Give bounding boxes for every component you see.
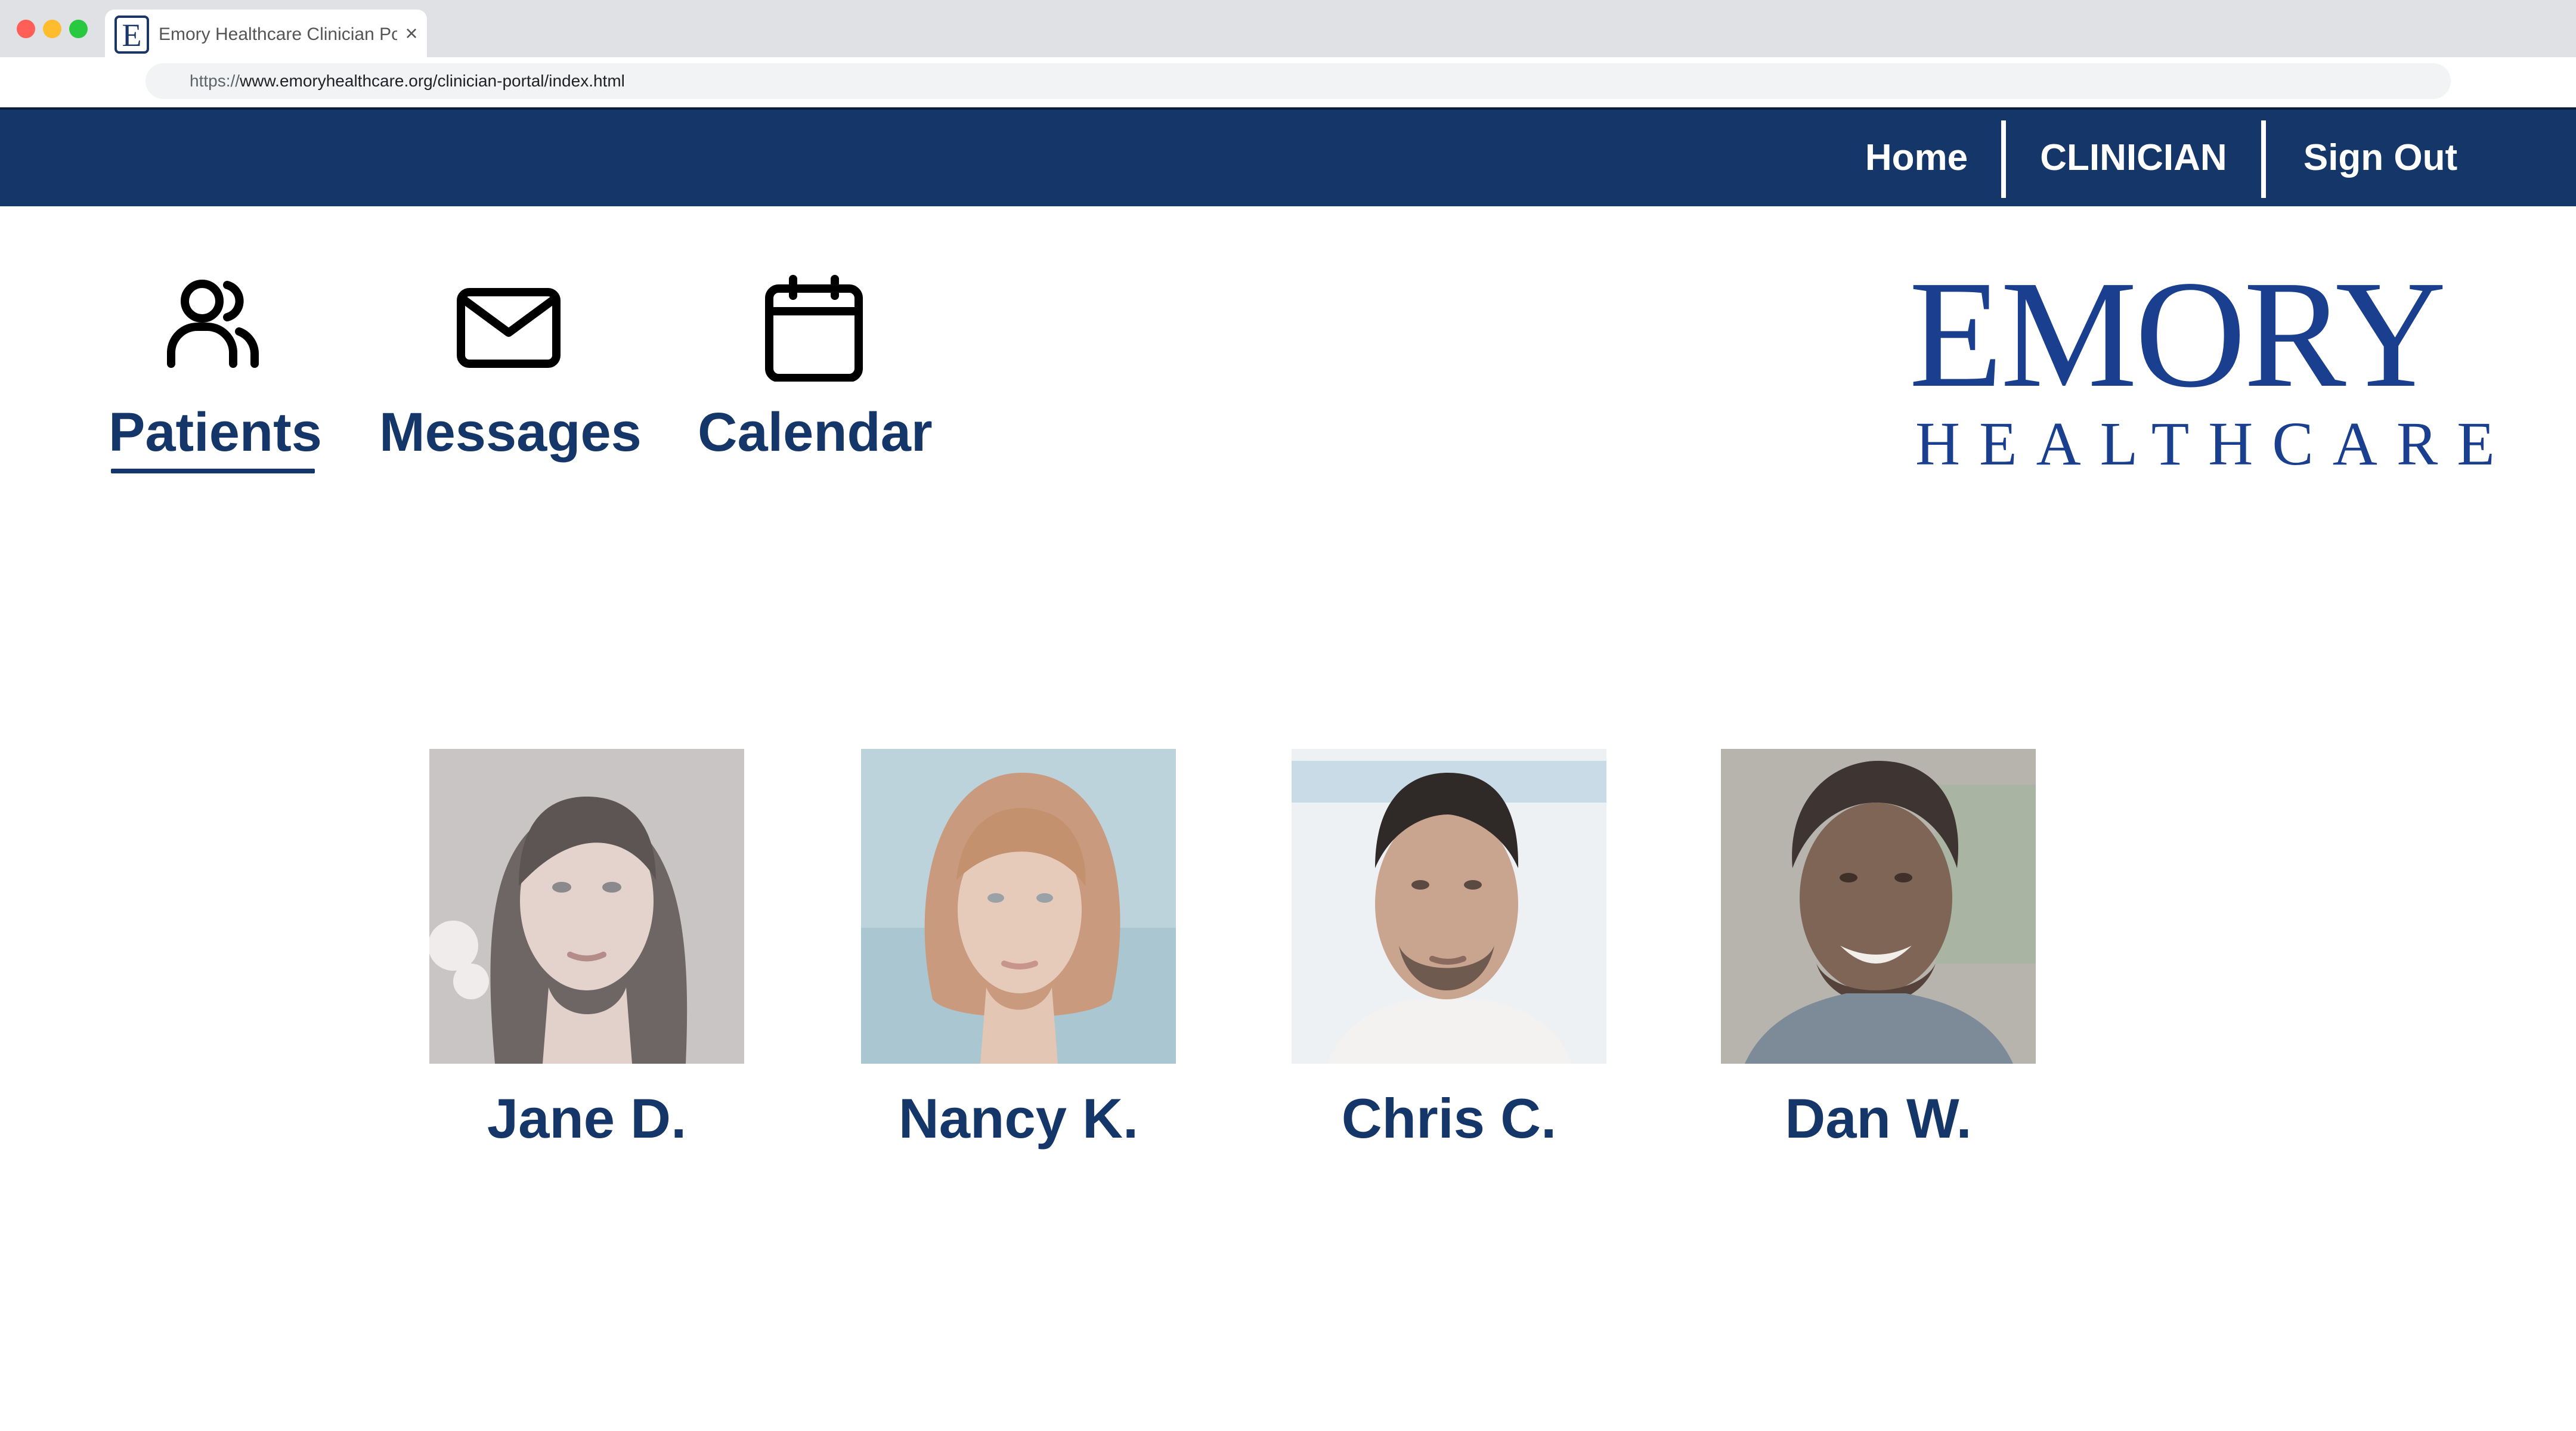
close-window-button[interactable] xyxy=(17,20,35,38)
nav-sign-out-link[interactable]: Sign Out xyxy=(2297,110,2464,206)
nav-clinician-link[interactable]: CLINICIAN xyxy=(2038,110,2229,206)
active-tab-underline xyxy=(111,469,315,473)
calendar-icon xyxy=(765,275,863,382)
users-icon xyxy=(167,280,259,368)
address-url: https://www.emoryhealthcare.org/clinicia… xyxy=(190,63,625,99)
browser-toolbar: https://www.emoryhealthcare.org/clinicia… xyxy=(0,57,2576,107)
tab-patients-label: Patients xyxy=(109,402,322,463)
nav-divider xyxy=(2261,120,2266,198)
nav-divider xyxy=(2001,120,2006,198)
patient-photo xyxy=(1721,749,2036,1064)
patient-photo xyxy=(429,749,744,1064)
patient-photo xyxy=(861,749,1176,1064)
tab-calendar[interactable]: Calendar xyxy=(698,274,933,483)
tab-title: Emory Healthcare Clinician Por xyxy=(159,24,397,44)
emory-favicon-icon: E xyxy=(114,16,149,54)
tab-close-icon[interactable]: × xyxy=(400,20,423,47)
tab-messages-label: Messages xyxy=(379,402,642,463)
logo-healthcare-wordmark: HEALTHCARE xyxy=(1915,410,2514,478)
browser-tab-bar: E Emory Healthcare Clinician Por × xyxy=(0,0,2576,57)
address-bar[interactable]: https://www.emoryhealthcare.org/clinicia… xyxy=(145,63,2451,99)
emory-healthcare-logo: EMORY HEALTHCARE xyxy=(1896,249,2514,483)
browser-tab[interactable]: E Emory Healthcare Clinician Por × xyxy=(105,10,427,57)
url-scheme: https:// xyxy=(190,72,240,90)
patient-name: Dan W. xyxy=(1785,1087,1972,1150)
top-navbar: Home CLINICIAN Sign Out xyxy=(0,107,2576,206)
nav-home-link[interactable]: Home xyxy=(1860,110,1973,206)
url-path: www.emoryhealthcare.org/clinician-portal… xyxy=(240,72,625,90)
patient-card-nancy[interactable]: Nancy K. xyxy=(861,749,1176,1166)
patient-card-dan[interactable]: Dan W. xyxy=(1721,749,2036,1166)
logo-emory-wordmark: EMORY xyxy=(1909,249,2447,419)
patient-photo xyxy=(1292,749,1606,1064)
tab-calendar-label: Calendar xyxy=(698,402,933,463)
patient-name: Jane D. xyxy=(487,1087,687,1150)
patient-card-jane[interactable]: Jane D. xyxy=(429,749,744,1166)
patient-name: Chris C. xyxy=(1341,1087,1557,1150)
patient-card-chris[interactable]: Chris C. xyxy=(1292,749,1606,1166)
maximize-window-button[interactable] xyxy=(69,20,88,38)
patient-name: Nancy K. xyxy=(898,1087,1139,1150)
minimize-window-button[interactable] xyxy=(43,20,61,38)
tab-patients[interactable]: Patients xyxy=(109,274,322,483)
tab-messages[interactable]: Messages xyxy=(379,274,642,483)
mail-icon xyxy=(457,288,561,368)
